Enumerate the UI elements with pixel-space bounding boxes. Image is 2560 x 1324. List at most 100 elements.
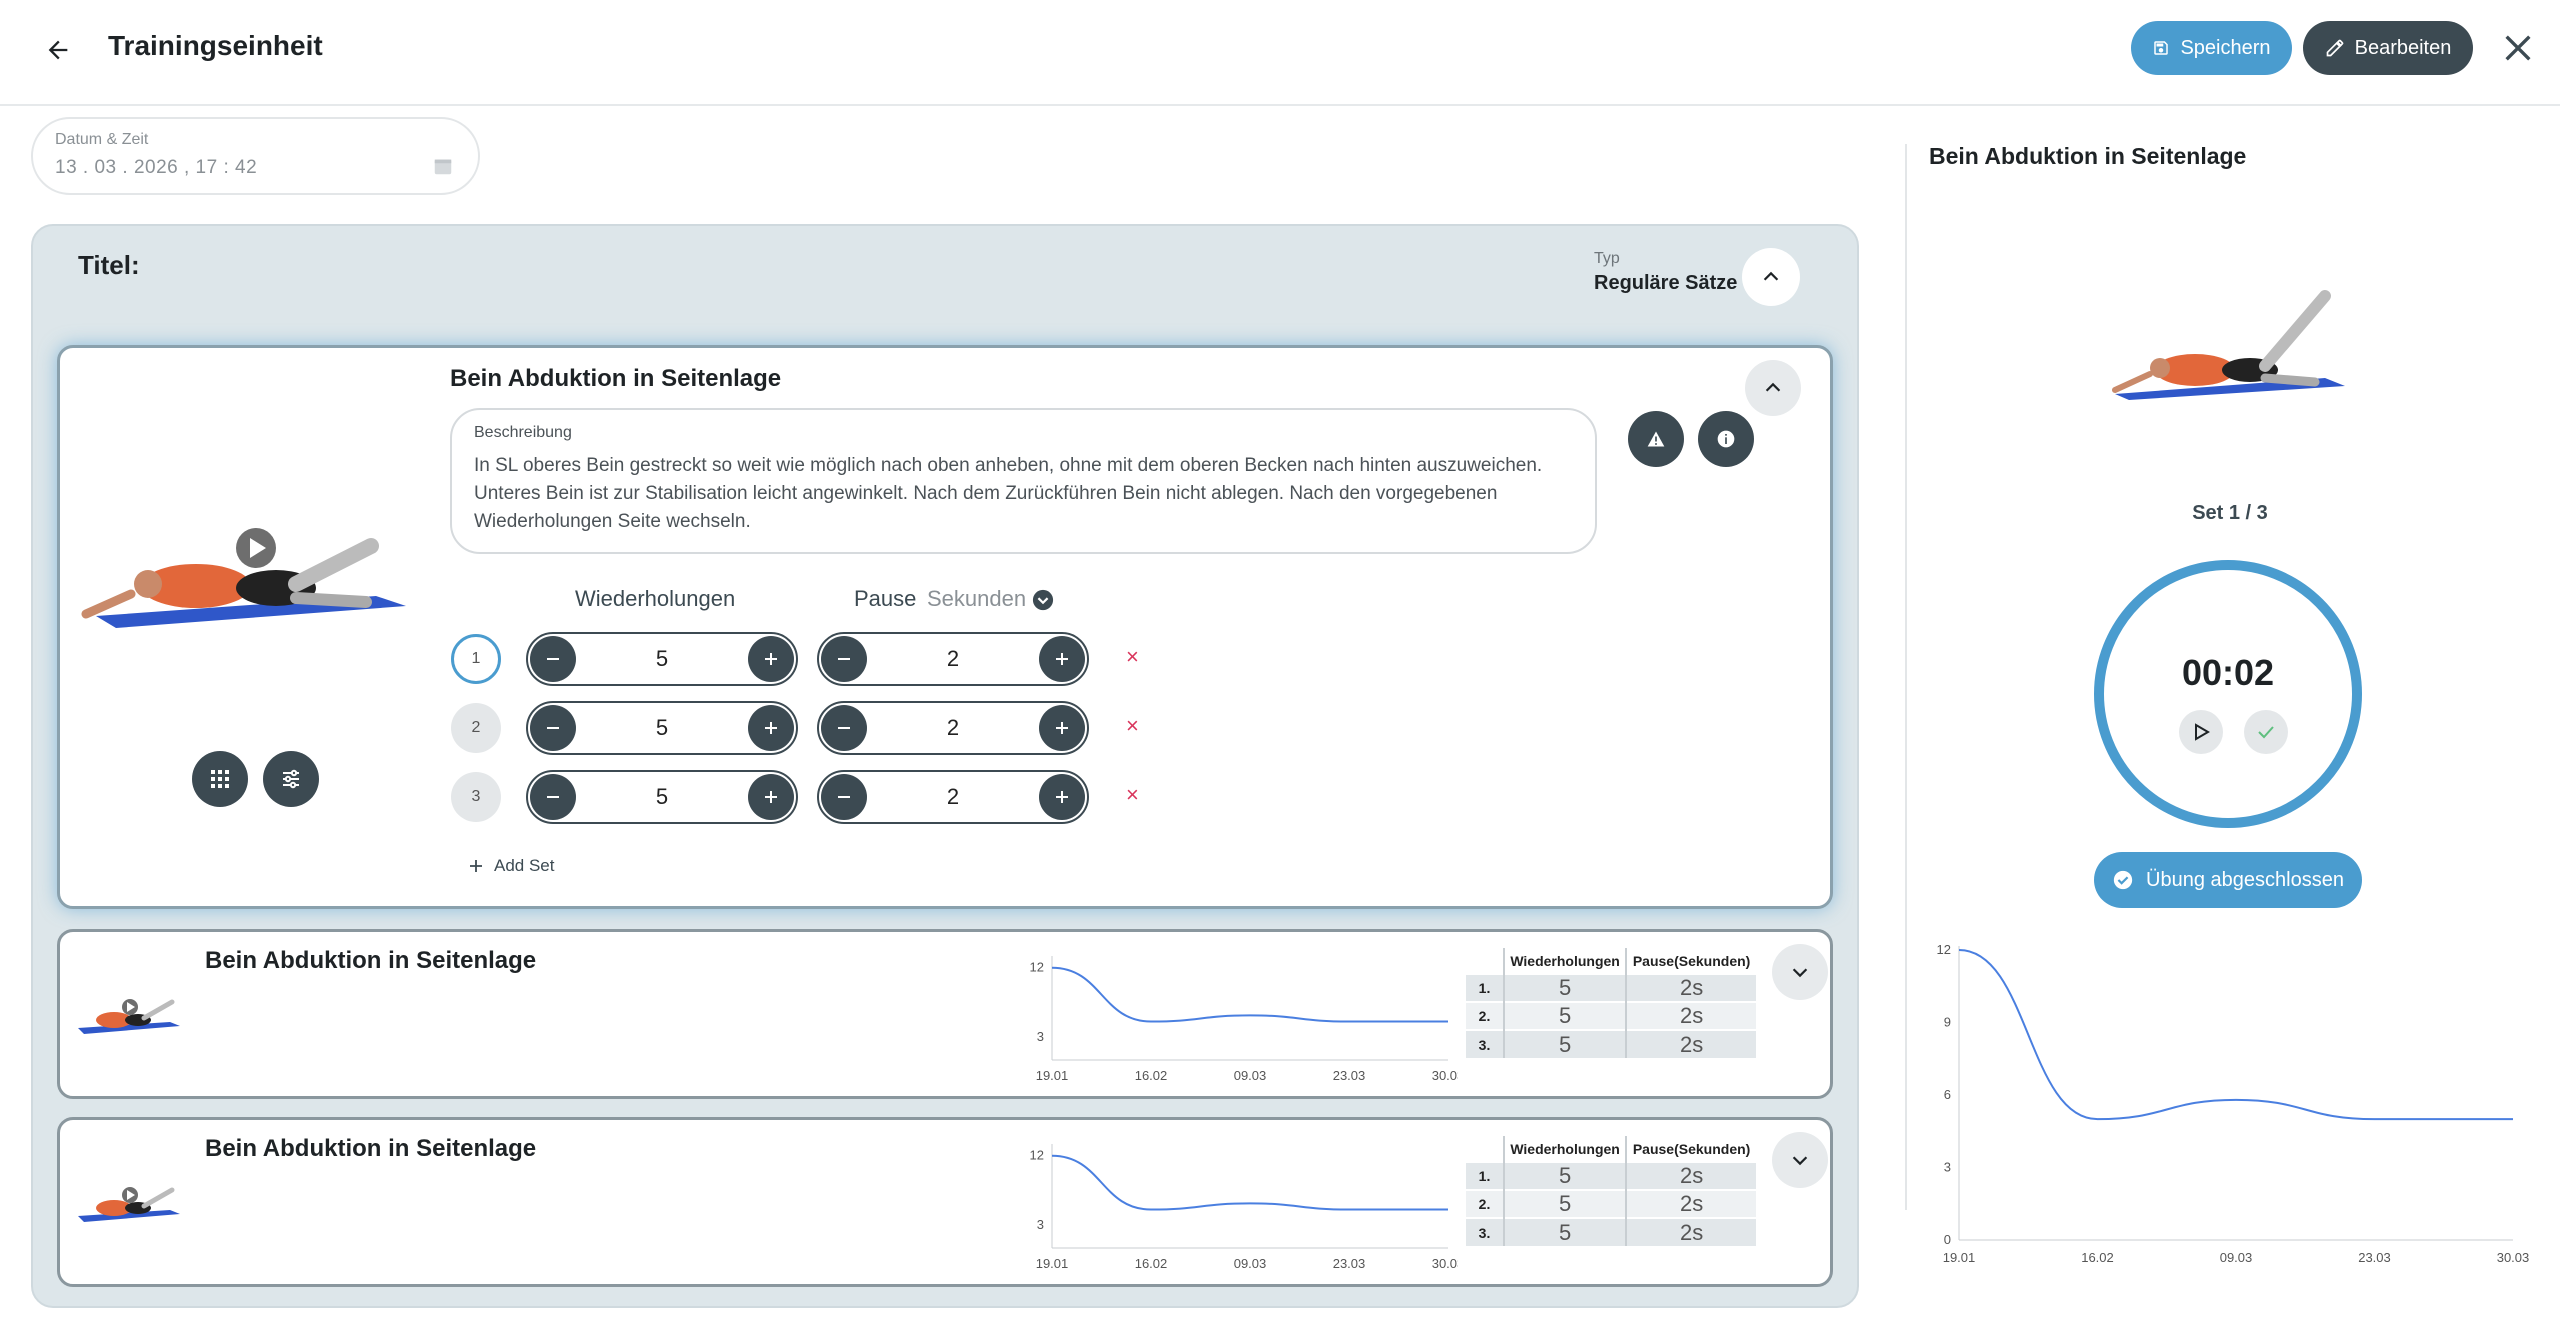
exercise-title: Bein Abduktion in Seitenlage xyxy=(450,365,782,392)
pause-column-header: Pause xyxy=(854,586,917,611)
table-cell: 2s xyxy=(1625,1217,1756,1246)
pause-stepper: 2 xyxy=(817,701,1089,755)
pause-value[interactable]: 2 xyxy=(869,703,1037,753)
increment-button[interactable] xyxy=(1039,774,1085,820)
exercise-history-card[interactable]: Bein Abduktion in Seitenlage 3 12 19.01 16.… xyxy=(57,929,1833,1099)
increment-button[interactable] xyxy=(1039,705,1085,751)
minus-icon xyxy=(547,727,559,729)
add-set-button[interactable]: Add Set xyxy=(468,856,555,876)
increment-button[interactable] xyxy=(1039,636,1085,682)
table-header xyxy=(1466,948,1504,974)
description-text: In SL oberes Bein gestreckt so weit wie … xyxy=(474,455,1543,532)
add-set-label: Add Set xyxy=(494,856,555,875)
decrement-button[interactable] xyxy=(530,705,576,751)
expand-exercise-button[interactable] xyxy=(1772,1132,1828,1188)
y-tick-label: 3 xyxy=(1037,1029,1044,1044)
table-cell: 3. xyxy=(1466,1029,1504,1058)
play-icon xyxy=(2195,723,2210,741)
settings-sliders-button[interactable] xyxy=(263,751,319,807)
chevron-up-icon xyxy=(1763,271,1779,281)
reps-value[interactable]: 5 xyxy=(578,634,746,684)
increment-button[interactable] xyxy=(748,705,794,751)
info-icon xyxy=(1717,430,1735,448)
exercise-title: Bein Abduktion in Seitenlage xyxy=(205,947,537,974)
close-icon[interactable] xyxy=(2496,26,2540,70)
table-row: 1. 5 2s xyxy=(1466,973,1756,1002)
reps-column-header: Wiederholungen xyxy=(575,586,736,611)
x-tick-label: 16.02 xyxy=(1135,1068,1168,1083)
back-arrow-icon[interactable] xyxy=(36,28,80,72)
type-value[interactable]: Reguläre Sätze xyxy=(1594,272,1737,295)
increment-button[interactable] xyxy=(748,774,794,820)
app-header: Trainingseinheit Speichern Bearbeiten xyxy=(0,0,2560,106)
y-tick-label: 12 xyxy=(1937,942,1951,957)
delete-set-icon[interactable]: × xyxy=(1126,713,1139,739)
y-tick-label: 12 xyxy=(1030,960,1044,975)
collapse-exercise-button[interactable] xyxy=(1745,360,1801,416)
collapse-block-button[interactable] xyxy=(1742,248,1800,306)
table-header xyxy=(1466,1136,1504,1162)
set-number[interactable]: 1 xyxy=(451,634,501,684)
minus-icon xyxy=(838,796,850,798)
series-line xyxy=(1051,1154,1448,1211)
exercise-done-label: Übung abgeschlossen xyxy=(2146,868,2344,891)
pause-value[interactable]: 2 xyxy=(869,634,1037,684)
sets-table: Wiederholungen Pause(Sekunden) 1. 5 2s 2… xyxy=(1466,1136,1756,1246)
x-tick-label: 19.01 xyxy=(1943,1250,1976,1265)
chevron-up-icon xyxy=(1765,382,1781,392)
complete-set-button[interactable] xyxy=(2244,710,2288,754)
info-button[interactable] xyxy=(1698,411,1754,467)
start-timer-button[interactable] xyxy=(2179,710,2223,754)
x-tick-label: 19.01 xyxy=(1036,1068,1069,1083)
table-cell: 5 xyxy=(1502,973,1627,1002)
set-number[interactable]: 2 xyxy=(451,703,501,753)
x-tick-label: 09.03 xyxy=(2220,1250,2253,1265)
sets-table: Wiederholungen Pause(Sekunden) 1. 5 2s 2… xyxy=(1466,948,1756,1058)
reps-value[interactable]: 5 xyxy=(578,703,746,753)
edit-button[interactable]: Bearbeiten xyxy=(2303,21,2473,75)
exercise-image xyxy=(2112,290,2345,400)
active-exercise-card: Bein Abduktion in Seitenlage Beschreibun… xyxy=(57,345,1833,909)
decrement-button[interactable] xyxy=(821,774,867,820)
date-time-field[interactable]: Datum & Zeit 13 . 03 . 2026 , 17 : 42 xyxy=(31,117,480,195)
decrement-button[interactable] xyxy=(821,636,867,682)
decrement-button[interactable] xyxy=(821,705,867,751)
table-header: Pause(Sekunden) xyxy=(1625,948,1756,974)
grid-view-button[interactable] xyxy=(192,751,248,807)
save-button[interactable]: Speichern xyxy=(2131,21,2292,75)
delete-set-icon[interactable]: × xyxy=(1126,782,1139,808)
progress-chart: 0 3 6 9 12 19.01 16.02 09.03 23.03 30.03 xyxy=(1937,942,2529,1265)
grid-icon xyxy=(211,770,229,788)
increment-button[interactable] xyxy=(748,636,794,682)
decrement-button[interactable] xyxy=(530,636,576,682)
x-tick-label: 09.03 xyxy=(1234,1256,1267,1271)
pencil-icon xyxy=(2326,39,2343,57)
y-tick-label: 6 xyxy=(1944,1087,1951,1102)
plus-icon xyxy=(1056,791,1068,803)
pause-value[interactable]: 2 xyxy=(869,772,1037,822)
set-number[interactable]: 3 xyxy=(451,772,501,822)
delete-set-icon[interactable]: × xyxy=(1126,644,1139,670)
set-counter: Set 1 / 3 xyxy=(2192,502,2268,524)
sliders-icon xyxy=(283,769,299,789)
calendar-icon[interactable] xyxy=(432,155,454,182)
pause-stepper: 2 xyxy=(817,770,1089,824)
table-cell: 2s xyxy=(1625,1161,1756,1190)
reps-stepper: 5 xyxy=(526,701,798,755)
progress-chart: 3 12 19.01 16.02 09.03 23.03 30.03 xyxy=(1030,956,1458,1083)
chevron-down-icon xyxy=(1792,1156,1808,1166)
exercise-done-button[interactable]: Übung abgeschlossen xyxy=(2094,852,2362,908)
warning-button[interactable] xyxy=(1628,411,1684,467)
table-header: Wiederholungen xyxy=(1502,948,1627,974)
block-title-label: Titel: xyxy=(78,250,140,280)
table-header: Wiederholungen xyxy=(1502,1136,1627,1162)
table-row: 3. 5 2s xyxy=(1466,1029,1756,1058)
expand-exercise-button[interactable] xyxy=(1772,944,1828,1000)
y-tick-label: 12 xyxy=(1030,1148,1044,1163)
reps-value[interactable]: 5 xyxy=(578,772,746,822)
pause-unit-select[interactable]: Sekunden xyxy=(927,586,1054,612)
decrement-button[interactable] xyxy=(530,774,576,820)
table-cell: 1. xyxy=(1466,1161,1504,1190)
x-tick-label: 23.03 xyxy=(2358,1250,2391,1265)
exercise-history-card[interactable]: Bein Abduktion in Seitenlage 3 12 19.01 16.… xyxy=(57,1117,1833,1287)
